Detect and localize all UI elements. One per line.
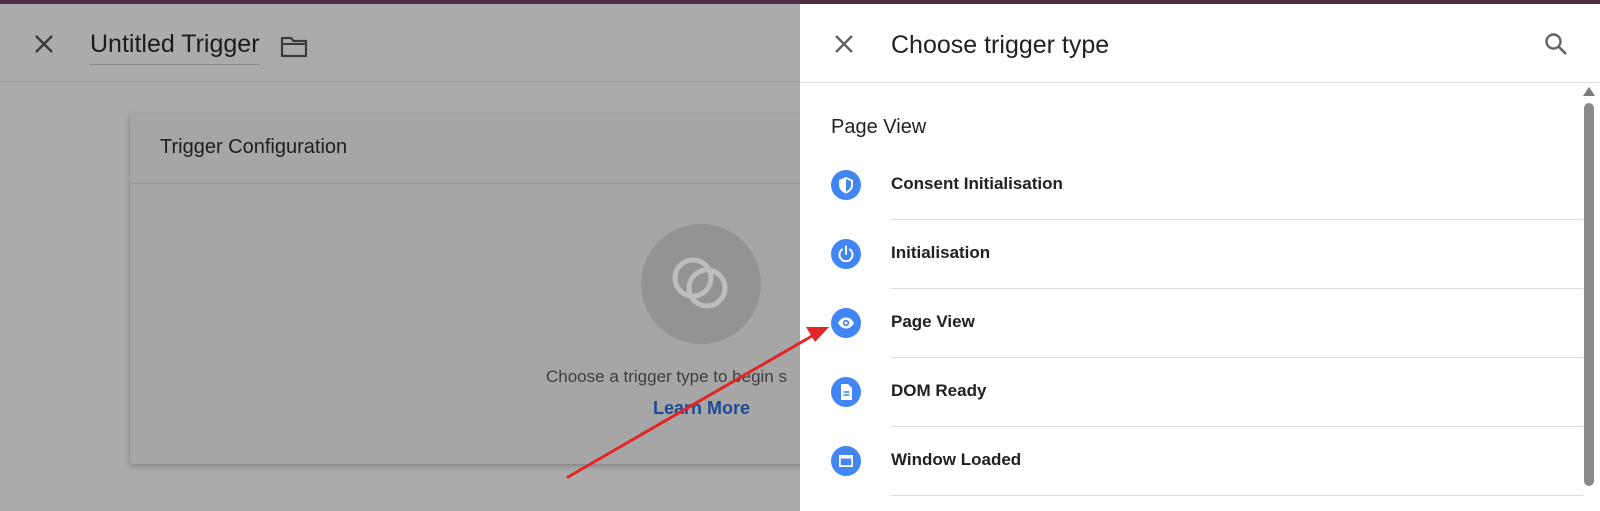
trigger-type-label: Consent Initialisation [891, 174, 1063, 193]
document-icon [831, 377, 861, 407]
folder-icon[interactable] [280, 34, 308, 58]
scroll-up-arrow[interactable] [1583, 87, 1595, 96]
divider [891, 495, 1583, 496]
card-message: Choose a trigger type to begin s [546, 367, 787, 386]
close-icon[interactable] [830, 30, 858, 58]
shield-icon [831, 170, 861, 200]
trigger-type-dom-ready[interactable]: DOM Ready [800, 357, 1583, 427]
trigger-configuration-card[interactable]: Trigger Configuration Choose a trigger t… [130, 114, 830, 464]
scrollbar-thumb[interactable] [1584, 103, 1594, 486]
trigger-type-label: Window Loaded [891, 450, 1022, 469]
trigger-type-consent-initialisation[interactable]: Consent Initialisation [800, 150, 1583, 220]
trigger-type-initialisation[interactable]: Initialisation [800, 219, 1583, 289]
close-icon[interactable] [30, 30, 58, 58]
section-title: Page View [831, 116, 927, 138]
trigger-type-label: DOM Ready [891, 381, 987, 400]
drawer-header: Choose trigger type [800, 4, 1600, 83]
trigger-name-field[interactable]: Untitled Trigger [90, 30, 260, 65]
power-icon [831, 239, 861, 269]
trigger-type-window-loaded[interactable]: Window Loaded [800, 426, 1583, 496]
drawer-title: Choose trigger type [891, 31, 1110, 59]
trigger-placeholder-icon [641, 224, 761, 344]
learn-more-link[interactable]: Learn More [653, 398, 750, 419]
eye-icon [831, 308, 861, 338]
window-icon [831, 446, 861, 476]
search-icon[interactable] [1542, 30, 1570, 58]
trigger-type-page-view[interactable]: Page View [800, 288, 1583, 358]
background-header: Untitled Trigger [0, 4, 800, 82]
trigger-type-label: Initialisation [891, 243, 991, 262]
trigger-type-label: Page View [891, 312, 975, 331]
card-title: Trigger Configuration [160, 136, 348, 158]
choose-trigger-type-drawer: Choose trigger type Page View Consent In… [800, 4, 1600, 511]
